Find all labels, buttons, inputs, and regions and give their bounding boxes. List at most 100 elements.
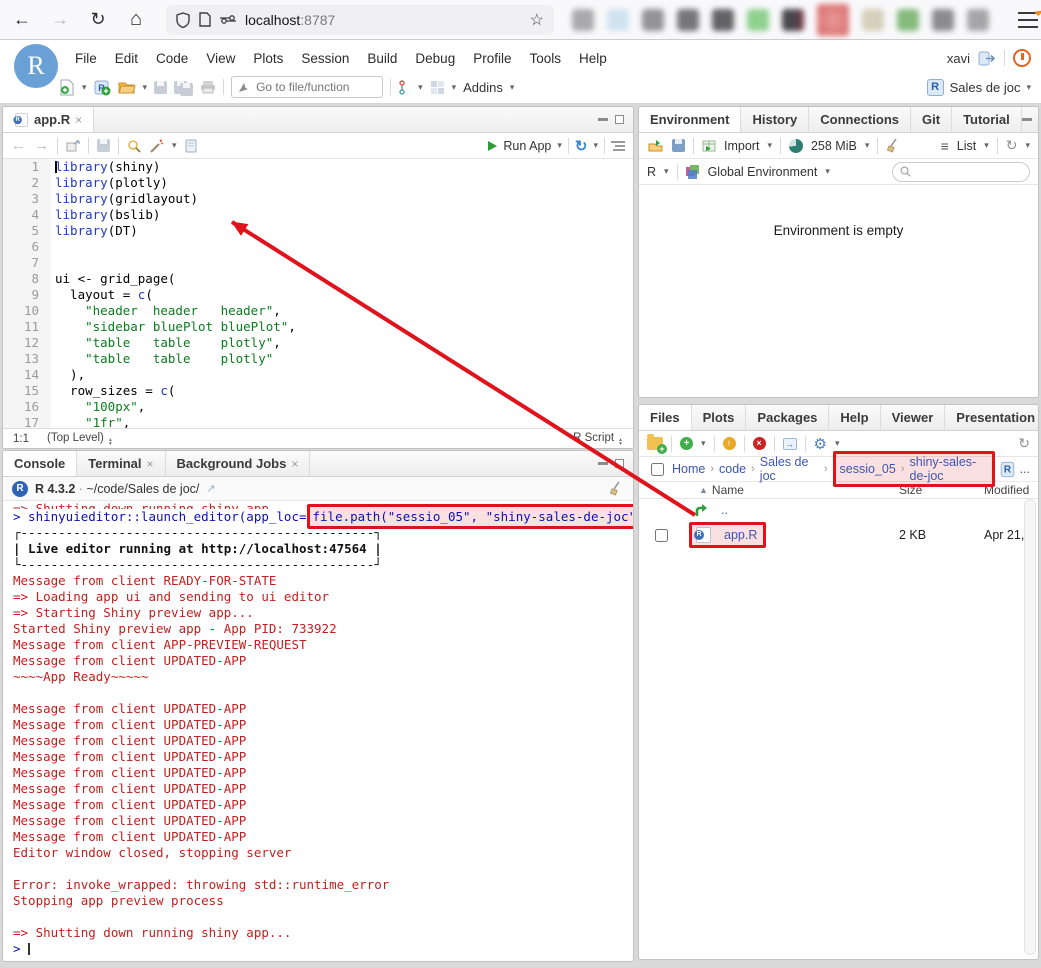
menu-plots[interactable]: Plots — [244, 47, 292, 70]
breadcrumb-home[interactable]: Home — [672, 462, 705, 476]
menu-file[interactable]: File — [66, 47, 106, 70]
import-caret[interactable]: ▾ — [767, 140, 772, 151]
save-workspace-icon[interactable] — [672, 139, 685, 152]
tab-history[interactable]: History — [741, 107, 809, 132]
run-app-button[interactable]: Run App — [503, 139, 551, 153]
compile-report-icon[interactable] — [185, 139, 197, 153]
code-editor[interactable]: 1library(shiny)2library(plotly)3library(… — [3, 159, 633, 428]
tab-app-r[interactable]: app.R × — [3, 107, 94, 132]
extension-icon[interactable] — [677, 9, 699, 31]
environment-search-box[interactable] — [892, 162, 1030, 182]
code-tools-wand-icon[interactable] — [149, 139, 164, 153]
scope-selector[interactable]: (Top Level)▲▼ — [47, 432, 113, 446]
new-file-icon[interactable] — [60, 76, 75, 98]
scope-caret[interactable]: ▾ — [825, 166, 830, 177]
breadcrumb-code[interactable]: code — [719, 462, 746, 476]
run-app-caret[interactable]: ▾ — [557, 140, 562, 151]
language-selector[interactable]: R — [647, 165, 656, 179]
parent-directory-row[interactable]: .. — [639, 499, 1024, 521]
extension-icon[interactable] — [747, 9, 769, 31]
open-wd-icon[interactable]: ↗ — [206, 482, 215, 495]
more-options-caret[interactable]: ▾ — [835, 438, 840, 449]
tab-git[interactable]: Git — [911, 107, 952, 132]
url-bar[interactable]: localhost:8787 ☆ — [166, 5, 554, 35]
clear-environment-broom-icon[interactable] — [886, 138, 901, 153]
tab-plots[interactable]: Plots — [692, 405, 747, 430]
close-tab-icon[interactable]: × — [147, 457, 154, 471]
parent-directory-link[interactable]: .. — [721, 503, 728, 517]
tab-terminal[interactable]: Terminal× — [77, 451, 165, 476]
file-type-selector[interactable]: R Script▲▼ — [573, 432, 623, 446]
tab-connections[interactable]: Connections — [809, 107, 911, 132]
tab-console[interactable]: Console — [3, 451, 77, 476]
breadcrumb-sessio-05[interactable]: sessio_05 — [840, 462, 896, 476]
new-blank-file-icon[interactable]: + — [680, 437, 693, 450]
back-icon[interactable]: ← — [6, 4, 38, 36]
breadcrumb-shiny-sales-de-joc[interactable]: shiny-sales-de-joc — [910, 455, 988, 483]
nav-forward-icon[interactable]: → — [34, 137, 49, 154]
minimize-pane-icon[interactable] — [598, 118, 608, 121]
rename-icon[interactable]: → — [783, 438, 797, 450]
breadcrumb-more-button[interactable]: ... — [1020, 462, 1030, 476]
addins-caret[interactable]: ▾ — [510, 82, 515, 93]
quit-session-icon[interactable] — [1013, 49, 1031, 67]
console-output[interactable]: => Shutting down running shiny app...> s… — [3, 501, 633, 961]
menu-code[interactable]: Code — [147, 47, 197, 70]
refresh-icon[interactable]: ↻ — [1006, 137, 1018, 154]
import-dataset-icon[interactable] — [702, 140, 716, 152]
menu-build[interactable]: Build — [358, 47, 406, 70]
minimize-pane-icon[interactable] — [598, 462, 608, 465]
files-scrollbar[interactable] — [1024, 499, 1036, 955]
list-view-icon[interactable]: ≡ — [941, 138, 949, 154]
file-checkbox[interactable] — [655, 529, 668, 542]
new-folder-icon[interactable]: + — [647, 437, 663, 450]
maximize-pane-icon[interactable] — [615, 115, 624, 124]
tab-help[interactable]: Help — [829, 405, 880, 430]
open-file-icon[interactable] — [118, 76, 136, 98]
environment-search-input[interactable] — [916, 164, 1016, 180]
reload-app-icon[interactable]: ↻ — [575, 137, 588, 155]
tab-files[interactable]: Files — [639, 405, 692, 430]
menu-profile[interactable]: Profile — [464, 47, 520, 70]
language-caret[interactable]: ▾ — [664, 166, 669, 177]
console-prompt[interactable]: > — [13, 941, 623, 957]
extension-icon[interactable] — [897, 9, 919, 31]
refresh-files-icon[interactable]: ↻ — [1018, 435, 1030, 452]
close-tab-icon[interactable]: × — [291, 457, 298, 471]
tab-background-jobs[interactable]: Background Jobs× — [166, 451, 311, 476]
tab-tutorial[interactable]: Tutorial — [952, 107, 1022, 132]
extension-icon[interactable] — [967, 9, 989, 31]
project-selector[interactable]: R Sales de joc ▾ — [927, 79, 1031, 96]
import-button[interactable]: Import — [724, 139, 759, 153]
tab-presentation[interactable]: Presentation — [945, 405, 1039, 430]
reload-icon[interactable]: ↻ — [82, 4, 114, 36]
extension-icon[interactable] — [712, 9, 734, 31]
maximize-pane-icon[interactable] — [615, 459, 624, 468]
print-icon[interactable] — [200, 76, 216, 98]
run-app-play-icon[interactable] — [488, 141, 497, 151]
minimize-pane-icon[interactable] — [1022, 118, 1032, 121]
menu-tools[interactable]: Tools — [520, 47, 570, 70]
memory-caret[interactable]: ▾ — [865, 140, 870, 151]
list-view-caret[interactable]: ▾ — [984, 140, 989, 151]
open-file-caret[interactable]: ▾ — [143, 82, 148, 93]
panes-layout-icon[interactable] — [430, 76, 445, 98]
new-file-caret[interactable]: ▾ — [82, 82, 87, 93]
new-project-icon[interactable]: R — [94, 76, 111, 98]
menu-edit[interactable]: Edit — [106, 47, 147, 70]
menu-view[interactable]: View — [197, 47, 244, 70]
tab-environment[interactable]: Environment — [639, 107, 741, 132]
file-link-app-r[interactable]: app.R — [724, 528, 757, 542]
memory-usage-label[interactable]: 258 MiB — [811, 139, 857, 153]
save-icon[interactable] — [154, 76, 167, 98]
nav-back-icon[interactable]: ← — [11, 137, 26, 154]
menu-help[interactable]: Help — [570, 47, 616, 70]
extension-icon[interactable] — [862, 9, 884, 31]
home-icon[interactable]: ⌂ — [120, 4, 152, 36]
extension-icon[interactable] — [782, 9, 804, 31]
extension-icon[interactable] — [572, 9, 594, 31]
select-all-checkbox[interactable] — [651, 463, 664, 476]
list-view-label[interactable]: List — [957, 139, 976, 153]
scope-selector[interactable]: Global Environment — [708, 165, 818, 179]
version-control-caret[interactable]: ▾ — [418, 82, 423, 93]
